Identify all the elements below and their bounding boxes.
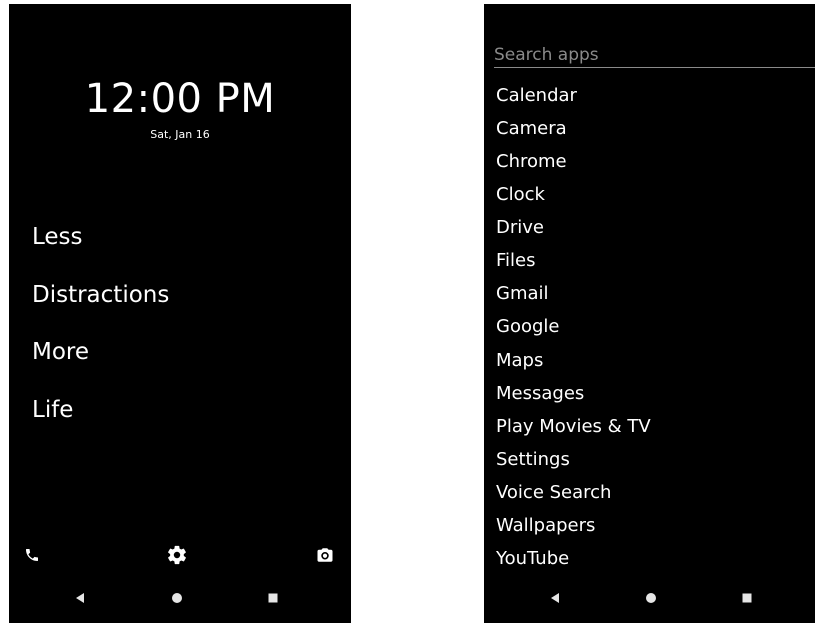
app-list-item[interactable]: Camera: [496, 112, 651, 145]
app-list-item[interactable]: YouTube: [496, 542, 651, 575]
app-list: Calendar Camera Chrome Clock Drive Files…: [496, 79, 651, 575]
app-list-item[interactable]: Wallpapers: [496, 509, 651, 542]
app-list-item[interactable]: Files: [496, 244, 651, 277]
favorite-app-2[interactable]: Distractions: [32, 280, 169, 338]
navigation-bar: [9, 579, 351, 623]
app-list-item[interactable]: Calendar: [496, 79, 651, 112]
clock-time[interactable]: 12:00 PM: [9, 76, 351, 122]
recents-icon[interactable]: [265, 590, 281, 606]
app-list-item[interactable]: Clock: [496, 178, 651, 211]
app-list-item[interactable]: Messages: [496, 377, 651, 410]
clock-date[interactable]: Sat, Jan 16: [9, 128, 351, 142]
back-icon[interactable]: [72, 590, 88, 606]
favorite-apps-list: Less Distractions More Life: [32, 222, 169, 452]
app-list-item[interactable]: Settings: [496, 443, 651, 476]
app-drawer-screen: Calendar Camera Chrome Clock Drive Files…: [484, 4, 815, 623]
favorite-app-3[interactable]: More: [32, 337, 169, 395]
app-list-item[interactable]: Maps: [496, 344, 651, 377]
home-icon[interactable]: [643, 590, 659, 606]
phone-icon[interactable]: [21, 544, 43, 566]
home-screen: 12:00 PM Sat, Jan 16 Less Distractions M…: [9, 4, 351, 623]
favorite-app-1[interactable]: Less: [32, 222, 169, 280]
search-apps-input[interactable]: [494, 44, 815, 68]
app-list-item[interactable]: Voice Search: [496, 476, 651, 509]
home-icon[interactable]: [169, 590, 185, 606]
camera-icon[interactable]: [314, 544, 336, 566]
back-icon[interactable]: [547, 590, 563, 606]
favorite-app-4[interactable]: Life: [32, 395, 169, 453]
app-list-item[interactable]: Play Movies & TV: [496, 410, 651, 443]
navigation-bar: [484, 579, 815, 623]
app-list-item[interactable]: Gmail: [496, 277, 651, 310]
app-list-item[interactable]: Google: [496, 310, 651, 343]
gear-icon[interactable]: [166, 544, 188, 566]
app-list-item[interactable]: Drive: [496, 211, 651, 244]
app-list-item[interactable]: Chrome: [496, 145, 651, 178]
recents-icon[interactable]: [739, 590, 755, 606]
